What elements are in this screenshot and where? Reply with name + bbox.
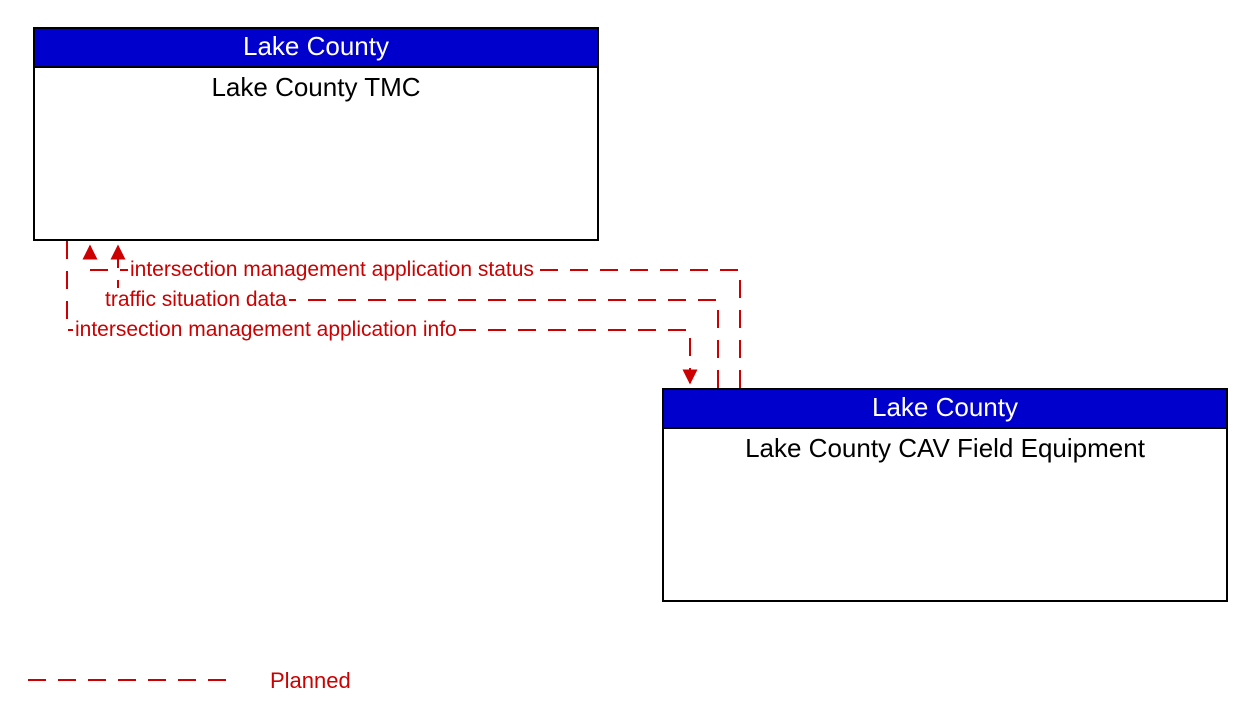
node-tmc-title: Lake County TMC [35,68,597,103]
node-cav-header: Lake County [664,390,1226,429]
flow-label-info: intersection management application info [73,318,459,342]
legend-planned-label: Planned [270,668,351,694]
node-cav: Lake County Lake County CAV Field Equipm… [662,388,1228,602]
diagram-canvas: Lake County Lake County TMC Lake County … [0,0,1252,718]
flow-label-traffic: traffic situation data [103,288,289,312]
node-tmc: Lake County Lake County TMC [33,27,599,241]
flow-label-status: intersection management application stat… [128,258,536,282]
node-tmc-header: Lake County [35,29,597,68]
node-cav-title: Lake County CAV Field Equipment [664,429,1226,464]
